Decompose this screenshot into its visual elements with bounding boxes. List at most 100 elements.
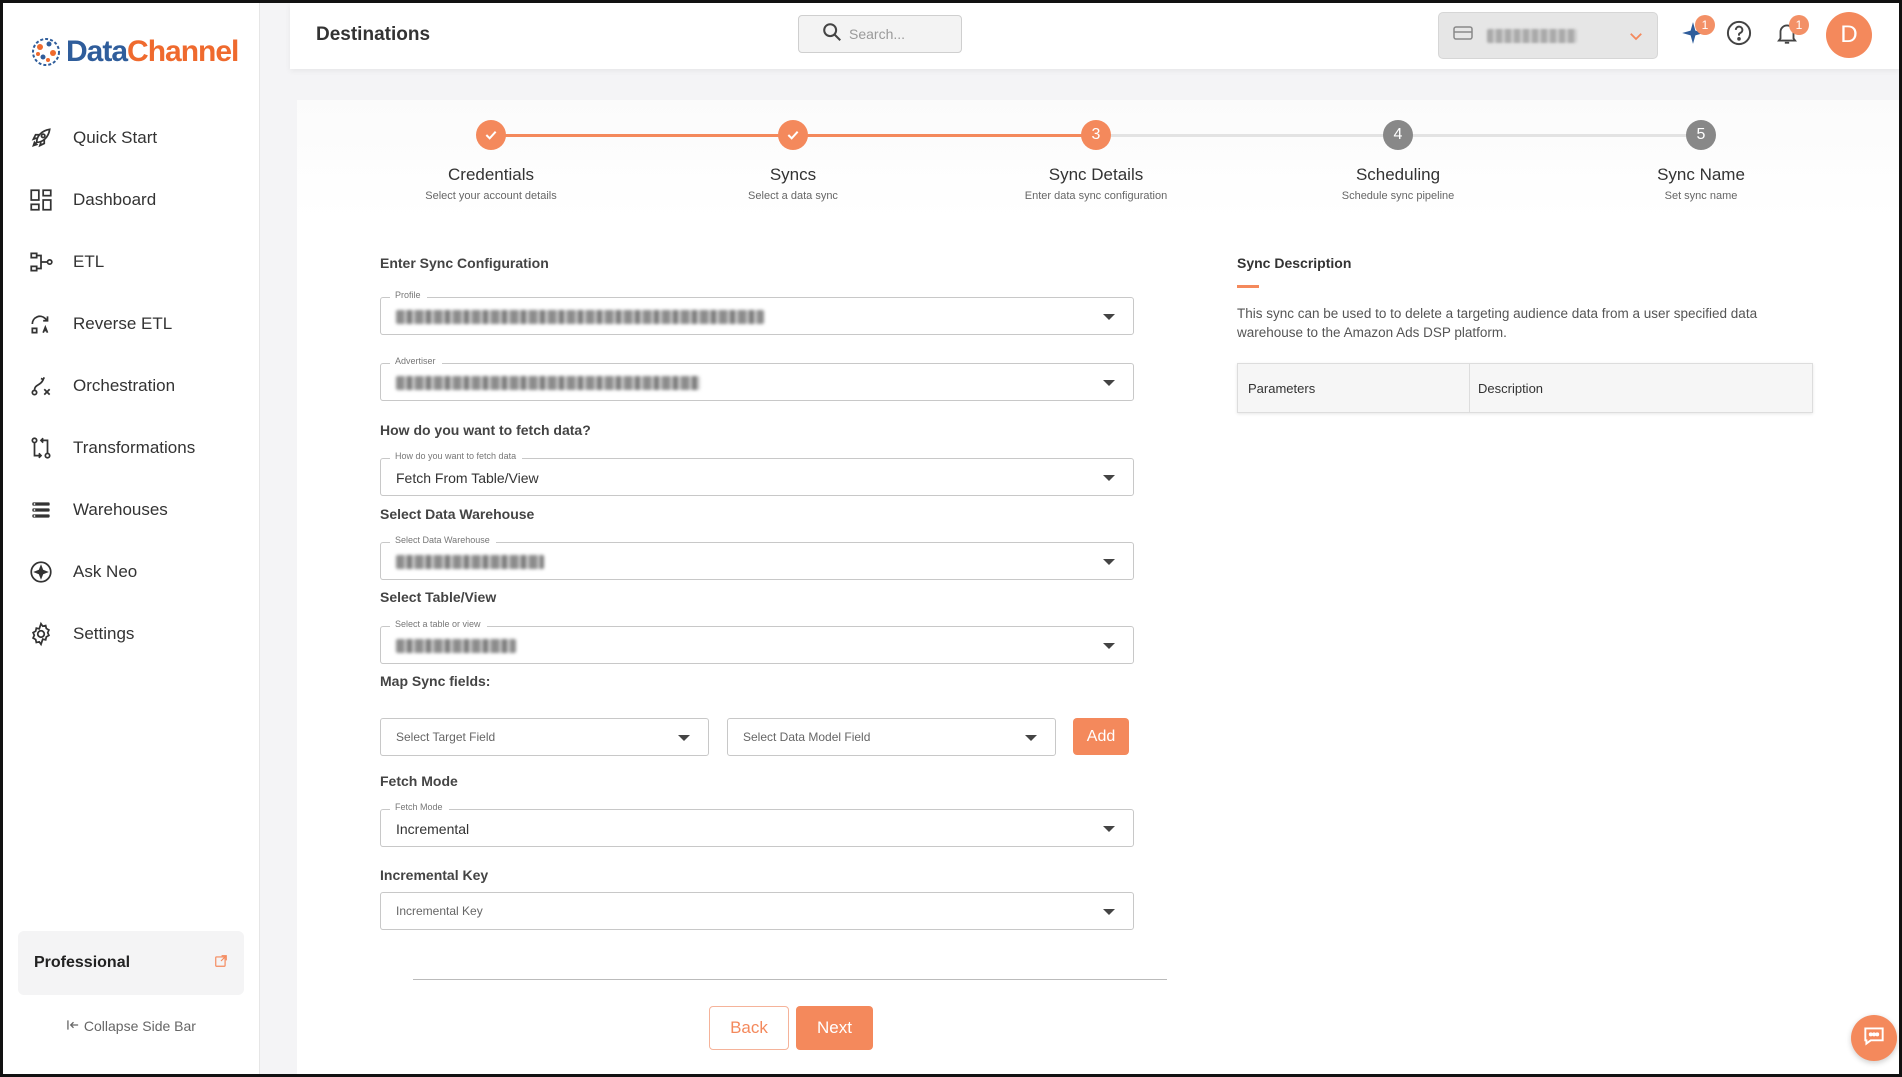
sync-description-text: This sync can be used to to delete a tar… (1237, 306, 1758, 340)
dropdown-arrow-icon (1103, 826, 1115, 832)
sidebar-item-orchestration[interactable]: Orchestration (3, 355, 259, 417)
logo-text: DataChannel (66, 35, 239, 68)
field-placeholder: Incremental Key (396, 904, 483, 918)
back-button[interactable]: Back (709, 1006, 789, 1050)
incremental-key-select[interactable]: Incremental Key (380, 892, 1134, 930)
warehouses-icon (27, 496, 55, 524)
reverse-etl-icon (27, 310, 55, 338)
add-mapping-button[interactable]: Add (1073, 718, 1129, 755)
dropdown-arrow-icon (1103, 559, 1115, 565)
notifications-badge: 1 (1789, 15, 1809, 35)
chevron-down-icon (1627, 27, 1645, 50)
step-credentials[interactable]: Credentials Select your account details (381, 120, 601, 202)
fetch-mode-select[interactable]: Fetch Mode Incremental (380, 802, 1134, 847)
step-subtitle: Select a data sync (748, 190, 838, 202)
step-subtitle: Select your account details (425, 190, 557, 202)
table-value-redacted (396, 639, 516, 653)
sidebar-item-quick-start[interactable]: Quick Start (3, 107, 259, 169)
sidebar-item-warehouses[interactable]: Warehouses (3, 479, 259, 541)
dropdown-arrow-icon (1103, 909, 1115, 915)
sidebar-item-label: Orchestration (73, 376, 176, 395)
external-link-icon[interactable] (214, 954, 228, 973)
search-icon (821, 21, 843, 48)
plan-name: Professional (34, 954, 131, 971)
step-number: 4 (1383, 120, 1413, 150)
data-model-field-select[interactable]: Select Data Model Field (727, 718, 1056, 756)
step-subtitle: Schedule sync pipeline (1341, 190, 1455, 202)
table-header-description: Description (1478, 381, 1544, 396)
map-heading: Map Sync fields: (380, 673, 491, 689)
collapse-sidebar-button[interactable]: Collapse Side Bar (3, 1018, 260, 1034)
chat-button[interactable] (1851, 1015, 1897, 1061)
dropdown-arrow-icon (1103, 475, 1115, 481)
sidebar-item-label: Reverse ETL (73, 314, 173, 333)
sidebar: DataChannel Quick Start Dashboard ETL Re… (3, 3, 260, 1074)
step-sync-name[interactable]: 5 Sync Name Set sync name (1591, 120, 1811, 202)
sidebar-item-etl[interactable]: ETL (3, 231, 259, 293)
parameters-table: Parameters Description (1237, 363, 1813, 413)
step-number: 5 (1686, 120, 1716, 150)
step-subtitle: Set sync name (1664, 190, 1738, 202)
step-title: Syncs (769, 165, 817, 184)
sidebar-item-label: ETL (73, 252, 105, 271)
incremental-key-heading: Incremental Key (380, 867, 489, 883)
form-divider (413, 979, 1167, 980)
help-icon (1725, 19, 1753, 52)
sidebar-item-label: Settings (73, 624, 135, 643)
ask-neo-header-button[interactable]: 1 (1677, 15, 1715, 51)
step-subtitle: Enter data sync configuration (1024, 190, 1168, 202)
step-title: Scheduling (1355, 165, 1441, 184)
target-field-select[interactable]: Select Target Field (380, 718, 709, 756)
search-input[interactable] (849, 26, 949, 42)
sidebar-item-ask-neo[interactable]: Ask Neo (3, 541, 259, 603)
search-box[interactable] (798, 15, 962, 53)
step-title: Sync Details (1048, 165, 1144, 184)
step-number: 3 (1081, 120, 1111, 150)
page-title: Destinations (316, 24, 431, 45)
transformations-icon (27, 434, 55, 462)
chat-icon (1861, 1023, 1887, 1054)
advertiser-select[interactable]: Advertiser (380, 356, 1134, 401)
main-content (297, 100, 1899, 1077)
ask-neo-icon (27, 558, 55, 586)
etl-icon (27, 248, 55, 276)
sidebar-item-reverse-etl[interactable]: Reverse ETL (3, 293, 259, 355)
dropdown-arrow-icon (678, 735, 690, 741)
step-title: Sync Name (1657, 165, 1745, 184)
table-select[interactable]: Select a table or view (380, 619, 1134, 664)
profile-value-redacted (396, 310, 764, 324)
next-button[interactable]: Next (796, 1006, 873, 1050)
check-icon (476, 120, 506, 150)
help-button[interactable] (1723, 19, 1755, 51)
sidebar-item-transformations[interactable]: Transformations (3, 417, 259, 479)
warehouse-value-redacted (396, 555, 544, 569)
field-label: Profile (390, 290, 427, 300)
dropdown-arrow-icon (1103, 380, 1115, 386)
sync-description-title: Sync Description (1237, 255, 1352, 271)
logo[interactable]: DataChannel (29, 35, 239, 69)
collapse-label: Collapse Side Bar (83, 1018, 196, 1034)
fetch-method-select[interactable]: How do you want to fetch data Fetch From… (380, 451, 1134, 496)
sidebar-item-dashboard[interactable]: Dashboard (3, 169, 259, 231)
dropdown-arrow-icon (1025, 735, 1037, 741)
plan-card[interactable]: Professional (18, 931, 244, 995)
field-label: Select a table or view (390, 619, 487, 629)
step-sync-details[interactable]: 3 Sync Details Enter data sync configura… (986, 120, 1206, 202)
warehouse-heading: Select Data Warehouse (380, 506, 535, 522)
sidebar-item-settings[interactable]: Settings (3, 603, 259, 665)
neo-badge: 1 (1695, 15, 1715, 35)
fetch-question: How do you want to fetch data? (380, 422, 591, 438)
step-scheduling[interactable]: 4 Scheduling Schedule sync pipeline (1288, 120, 1508, 202)
step-syncs[interactable]: Syncs Select a data sync (683, 120, 903, 202)
workspace-selector[interactable] (1438, 12, 1658, 59)
dashboard-icon (27, 186, 55, 214)
profile-select[interactable]: Profile (380, 290, 1134, 335)
orchestration-icon (27, 372, 55, 400)
avatar[interactable]: D (1826, 12, 1872, 58)
notifications-button[interactable]: 1 (1771, 15, 1809, 51)
sidebar-nav: Quick Start Dashboard ETL Reverse ETL Or… (3, 107, 259, 665)
section-title: Enter Sync Configuration (380, 255, 549, 271)
collapse-icon (67, 1018, 84, 1034)
field-label: Advertiser (390, 356, 442, 366)
warehouse-select[interactable]: Select Data Warehouse (380, 535, 1134, 580)
